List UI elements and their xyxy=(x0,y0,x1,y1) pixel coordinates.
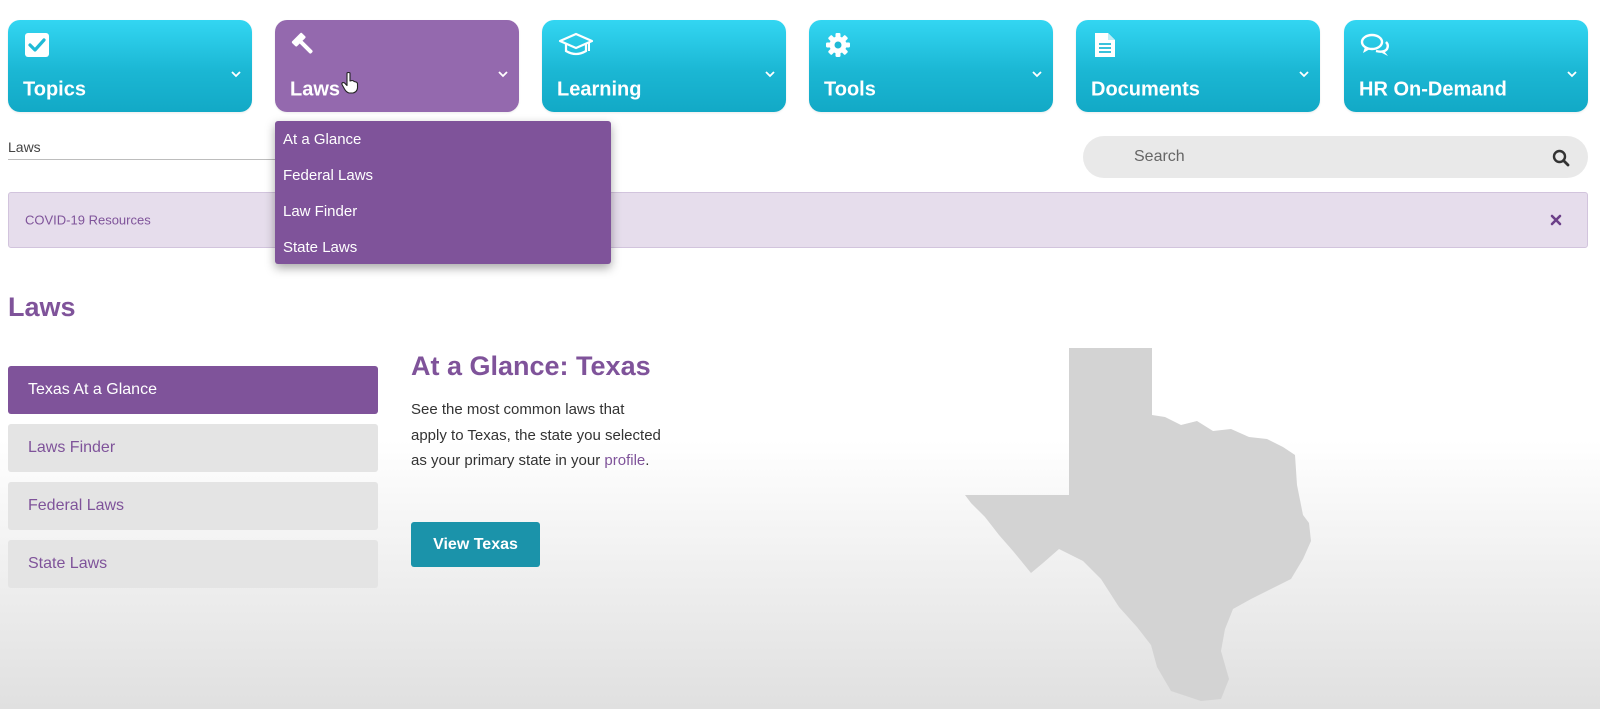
graduation-cap-icon xyxy=(558,32,594,56)
chevron-down-icon xyxy=(1032,71,1042,78)
breadcrumb: Laws xyxy=(8,139,41,155)
view-texas-button[interactable]: View Texas xyxy=(411,522,540,567)
nav-tile-laws[interactable]: Laws xyxy=(275,20,519,112)
chevron-down-icon xyxy=(1299,71,1309,78)
gear-icon xyxy=(826,33,850,57)
nav-tile-label: Laws xyxy=(290,78,341,101)
chat-bubbles-icon xyxy=(1360,33,1389,56)
side-menu-item-label: State Laws xyxy=(28,555,108,572)
nav-tile-label: Documents xyxy=(1091,78,1200,101)
nav-tile-label: Learning xyxy=(557,78,642,101)
search-icon[interactable] xyxy=(1552,149,1570,167)
nav-tile-tools[interactable]: Tools xyxy=(809,20,1053,112)
side-menu-item-label: Federal Laws xyxy=(28,497,125,514)
nav-tile-topics[interactable]: Topics xyxy=(8,20,252,112)
side-menu-item-label: Laws Finder xyxy=(28,439,116,456)
texas-map-image xyxy=(965,348,1311,701)
side-menu-item-label: Texas At a Glance xyxy=(28,381,157,398)
view-texas-button-label: View Texas xyxy=(433,535,518,553)
nav-tile-label: Topics xyxy=(23,78,86,101)
search-input[interactable] xyxy=(1083,136,1588,178)
dropdown-item-law-finder[interactable]: Law Finder xyxy=(275,199,611,235)
chevron-down-icon xyxy=(231,71,241,78)
dropdown-item-federal-laws[interactable]: Federal Laws xyxy=(275,163,611,199)
page-title: Laws xyxy=(8,292,76,322)
profile-link[interactable]: profile xyxy=(604,452,645,469)
nav-tile-label: HR On-Demand xyxy=(1359,78,1507,101)
nav-tile-hr-on-demand[interactable]: HR On-Demand xyxy=(1344,20,1588,112)
chevron-down-icon xyxy=(498,71,508,78)
side-menu-item-federal-laws[interactable]: Federal Laws xyxy=(8,482,378,530)
side-menu-item-laws-finder[interactable]: Laws Finder xyxy=(8,424,378,472)
laws-dropdown-menu: At a Glance Federal Laws Law Finder Stat… xyxy=(275,121,611,264)
dropdown-item-state-laws[interactable]: State Laws xyxy=(275,235,611,271)
content-title: At a Glance: Texas xyxy=(411,351,651,381)
content-description: See the most common laws that apply to T… xyxy=(411,397,661,474)
nav-tile-label: Tools xyxy=(824,78,876,101)
checkbox-icon xyxy=(25,33,49,57)
document-icon xyxy=(1095,33,1115,57)
chevron-down-icon xyxy=(1567,71,1577,78)
side-menu-item-texas-at-a-glance[interactable]: Texas At a Glance xyxy=(8,366,378,414)
dropdown-item-at-a-glance[interactable]: At a Glance xyxy=(275,127,611,163)
hand-cursor-icon xyxy=(341,72,359,94)
close-icon[interactable] xyxy=(1549,213,1563,227)
nav-tile-learning[interactable]: Learning xyxy=(542,20,786,112)
breadcrumb-divider xyxy=(8,159,276,160)
alert-link[interactable]: COVID-19 Resources xyxy=(25,213,151,228)
side-menu-item-state-laws[interactable]: State Laws xyxy=(8,540,378,588)
content-body-end: . xyxy=(645,452,650,469)
gavel-icon xyxy=(291,32,313,54)
nav-tile-documents[interactable]: Documents xyxy=(1076,20,1320,112)
chevron-down-icon xyxy=(765,71,775,78)
alert-bar: COVID-19 Resources xyxy=(8,192,1588,248)
search-box xyxy=(1083,136,1588,178)
